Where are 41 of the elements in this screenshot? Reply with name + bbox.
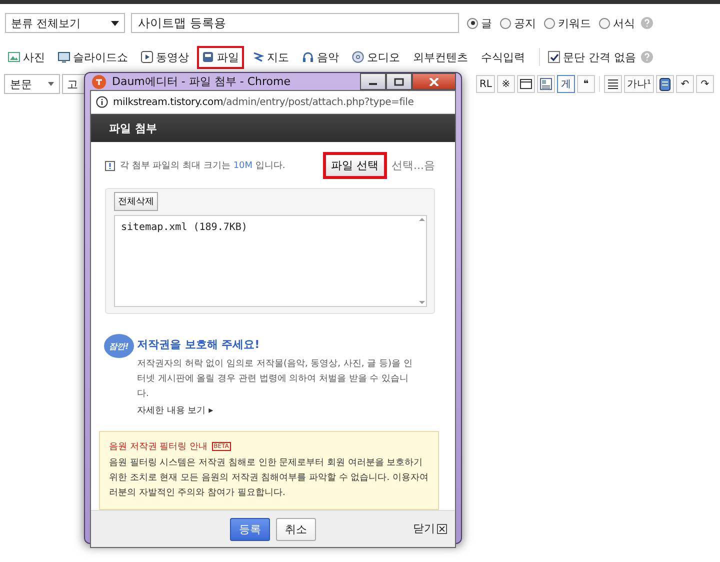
toolbar-button[interactable]: 사진 (3, 46, 50, 68)
size-notice: 각 첨부 파일의 최대 크기는 10M 입니다. (120, 160, 286, 172)
file-status: 선택...음 (392, 158, 435, 173)
format-button[interactable]: ❝ (576, 75, 595, 93)
window-title: Daum에디터 - 파일 첨부 - Chrome (112, 74, 290, 89)
toolbar-button[interactable]: 동영상 (136, 46, 194, 68)
choose-file-button[interactable]: 파일 선택 (323, 152, 386, 179)
close-link[interactable]: 닫기 (413, 521, 447, 536)
submit-button[interactable]: 등록 (230, 518, 270, 540)
category-select[interactable]: 분류 전체보기 (5, 13, 125, 33)
toolbar-button[interactable]: 지도 (247, 46, 294, 68)
toolbar-button[interactable]: 수식입력 (476, 46, 530, 68)
copyright-heading: 저작권을 보호해 주세요! (137, 337, 261, 352)
title-field[interactable]: 사이트맵 등록용 (131, 13, 459, 33)
toolbar-button[interactable]: 오디오 (347, 46, 405, 68)
toolbar-button[interactable]: 외부컨텐츠 (408, 46, 473, 68)
panel-header: 파일 첨부 (91, 114, 455, 142)
format-button[interactable]: ↶ (676, 75, 694, 93)
cancel-button[interactable]: 취소 (276, 518, 316, 540)
format-button[interactable]: 게 (556, 75, 575, 93)
radio-label[interactable]: 키워드 (558, 16, 591, 30)
delete-all-button[interactable]: 전체삭제 (114, 192, 158, 211)
format-button[interactable]: 가나¹ (624, 75, 654, 93)
radio-label[interactable]: 서식 (613, 16, 635, 30)
speech-bubble-badge: 잠깐! (104, 334, 134, 358)
copyright-notice: 저작권자의 허락 없이 임의로 저작물(음악, 동영상, 사진, 글 등)을 인터넷 게시판에 올릴 경우 관련 법령에 의하여 처벌을 받을 수 있습니다. (137, 358, 414, 401)
radio-label[interactable]: 공지 (514, 16, 536, 30)
file-item[interactable]: sitemap.xml (189.7KB) (121, 222, 412, 233)
toolbar-button[interactable]: 음악 (297, 46, 344, 68)
toolbar-button[interactable]: 파일 (197, 46, 244, 68)
file-list[interactable]: sitemap.xml (189.7KB) (114, 215, 427, 307)
filter-heading: 음원 저작권 필터링 안내 (109, 441, 208, 453)
filter-description: 음원 필터링 시스템은 저작권 침해로 인한 문제로부터 회원 여러분을 보호하기 위한 조치로 현재 모든 음원의 저작권 침해여부를 파악할 수 없습니다. 이용자여러분의 자발적인 주의와 참여가 필요합니다. (109, 457, 430, 500)
format-button[interactable]: ※ (496, 75, 515, 93)
format-button[interactable]: RL (476, 75, 495, 93)
checkbox-label[interactable]: 문단 간격 없음 (563, 50, 636, 64)
format-button[interactable]: ↷ (696, 75, 714, 93)
details-link[interactable]: 자세한 내용 보기 ▸ (137, 404, 417, 417)
radio-label[interactable]: 글 (481, 16, 492, 30)
style-select[interactable]: 본문 (4, 74, 60, 94)
toolbar-button[interactable]: 슬라이드쇼 (53, 46, 133, 68)
